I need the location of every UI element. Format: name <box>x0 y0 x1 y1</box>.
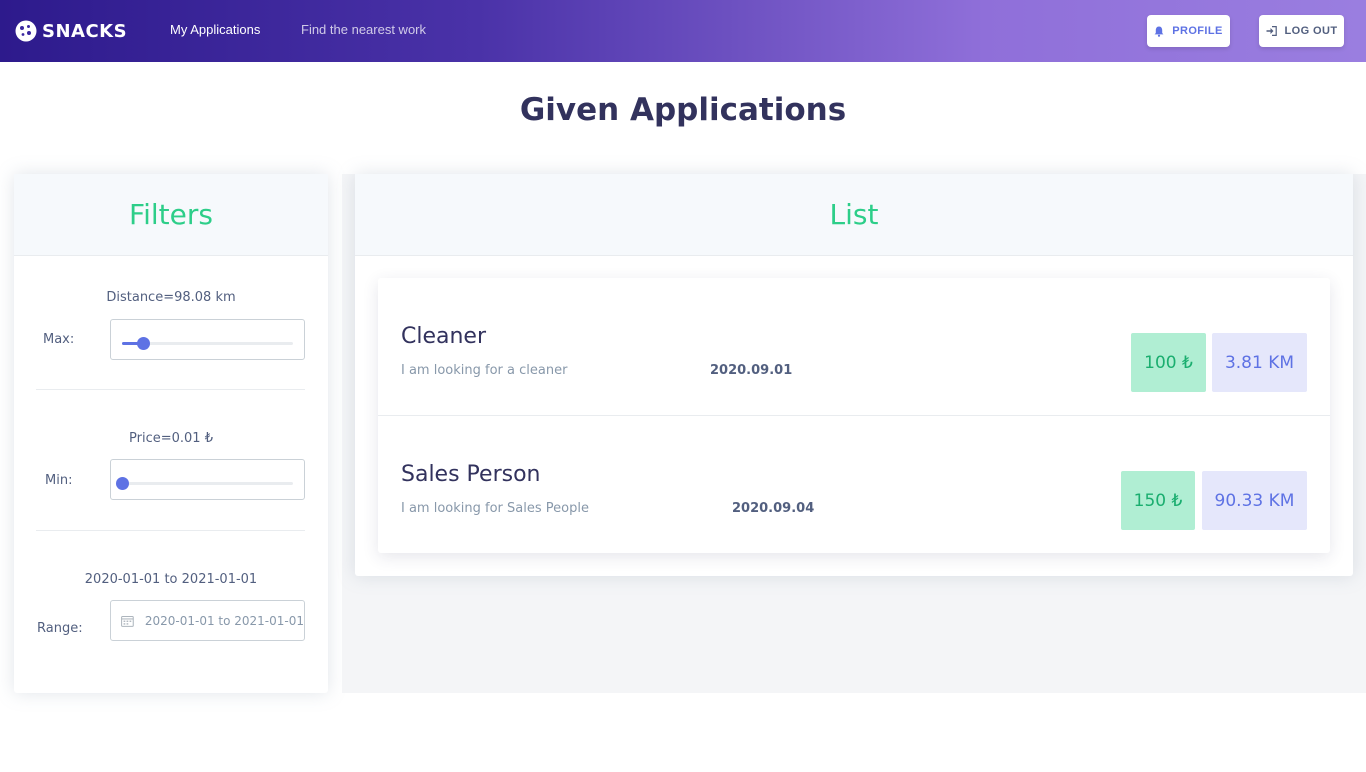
list-item[interactable]: Sales Person I am looking for Sales Peop… <box>378 415 1330 552</box>
brand[interactable]: SNACKS <box>14 19 127 43</box>
profile-button[interactable]: PROFILE <box>1147 15 1230 47</box>
application-title: Cleaner <box>401 324 487 349</box>
date-range-input[interactable]: 2020-01-01 to 2021-01-01 <box>110 600 305 641</box>
price-slider-box <box>110 459 305 500</box>
application-title: Sales Person <box>401 462 541 487</box>
price-badge: 150 ₺ <box>1121 471 1195 530</box>
profile-button-label: PROFILE <box>1172 25 1223 37</box>
price-slider-track[interactable] <box>116 477 293 490</box>
list-header: List <box>355 174 1353 256</box>
sign-out-icon <box>1266 26 1277 36</box>
price-badge: 100 ₺ <box>1131 333 1206 392</box>
distance-badge: 3.81 KM <box>1212 333 1307 392</box>
nav-link-my-applications[interactable]: My Applications <box>170 22 260 37</box>
application-date: 2020.09.04 <box>732 501 815 516</box>
bell-icon <box>1154 26 1164 37</box>
application-date: 2020.09.01 <box>710 363 793 378</box>
price-caption: Price=0.01 ₺ <box>129 431 213 446</box>
date-range-label: Range: <box>37 621 83 636</box>
application-description: I am looking for a cleaner <box>401 363 568 378</box>
cookie-logo-icon <box>15 20 37 42</box>
distance-max-label: Max: <box>43 332 75 347</box>
logout-button-label: LOG OUT <box>1284 25 1338 37</box>
filters-header: Filters <box>14 174 328 256</box>
distance-slider-box <box>110 319 305 360</box>
price-slider-handle[interactable] <box>116 477 129 490</box>
filter-divider <box>36 389 305 390</box>
distance-badge: 90.33 KM <box>1202 471 1307 530</box>
filters-card: Filters Distance=98.08 km Max: Price=0.0… <box>14 174 328 693</box>
date-range-value: 2020-01-01 to 2021-01-01 <box>144 613 304 628</box>
logout-button[interactable]: LOG OUT <box>1259 15 1344 47</box>
application-description: I am looking for Sales People <box>401 501 589 516</box>
price-min-label: Min: <box>45 473 73 488</box>
distance-slider-track[interactable] <box>122 337 293 350</box>
brand-name: SNACKS <box>42 20 128 42</box>
nav-link-find-nearest-work[interactable]: Find the nearest work <box>301 22 426 37</box>
list-item[interactable]: Cleaner I am looking for a cleaner 2020.… <box>378 278 1330 415</box>
top-navbar: SNACKS My Applications Find the nearest … <box>0 0 1366 62</box>
application-list: Cleaner I am looking for a cleaner 2020.… <box>378 278 1330 553</box>
distance-slider-handle[interactable] <box>136 337 150 350</box>
distance-caption: Distance=98.08 km <box>106 290 236 305</box>
date-range-caption: 2020-01-01 to 2021-01-01 <box>84 572 258 587</box>
filter-divider <box>36 530 305 531</box>
page-title: Given Applications <box>519 92 847 128</box>
calendar-icon <box>121 615 134 627</box>
